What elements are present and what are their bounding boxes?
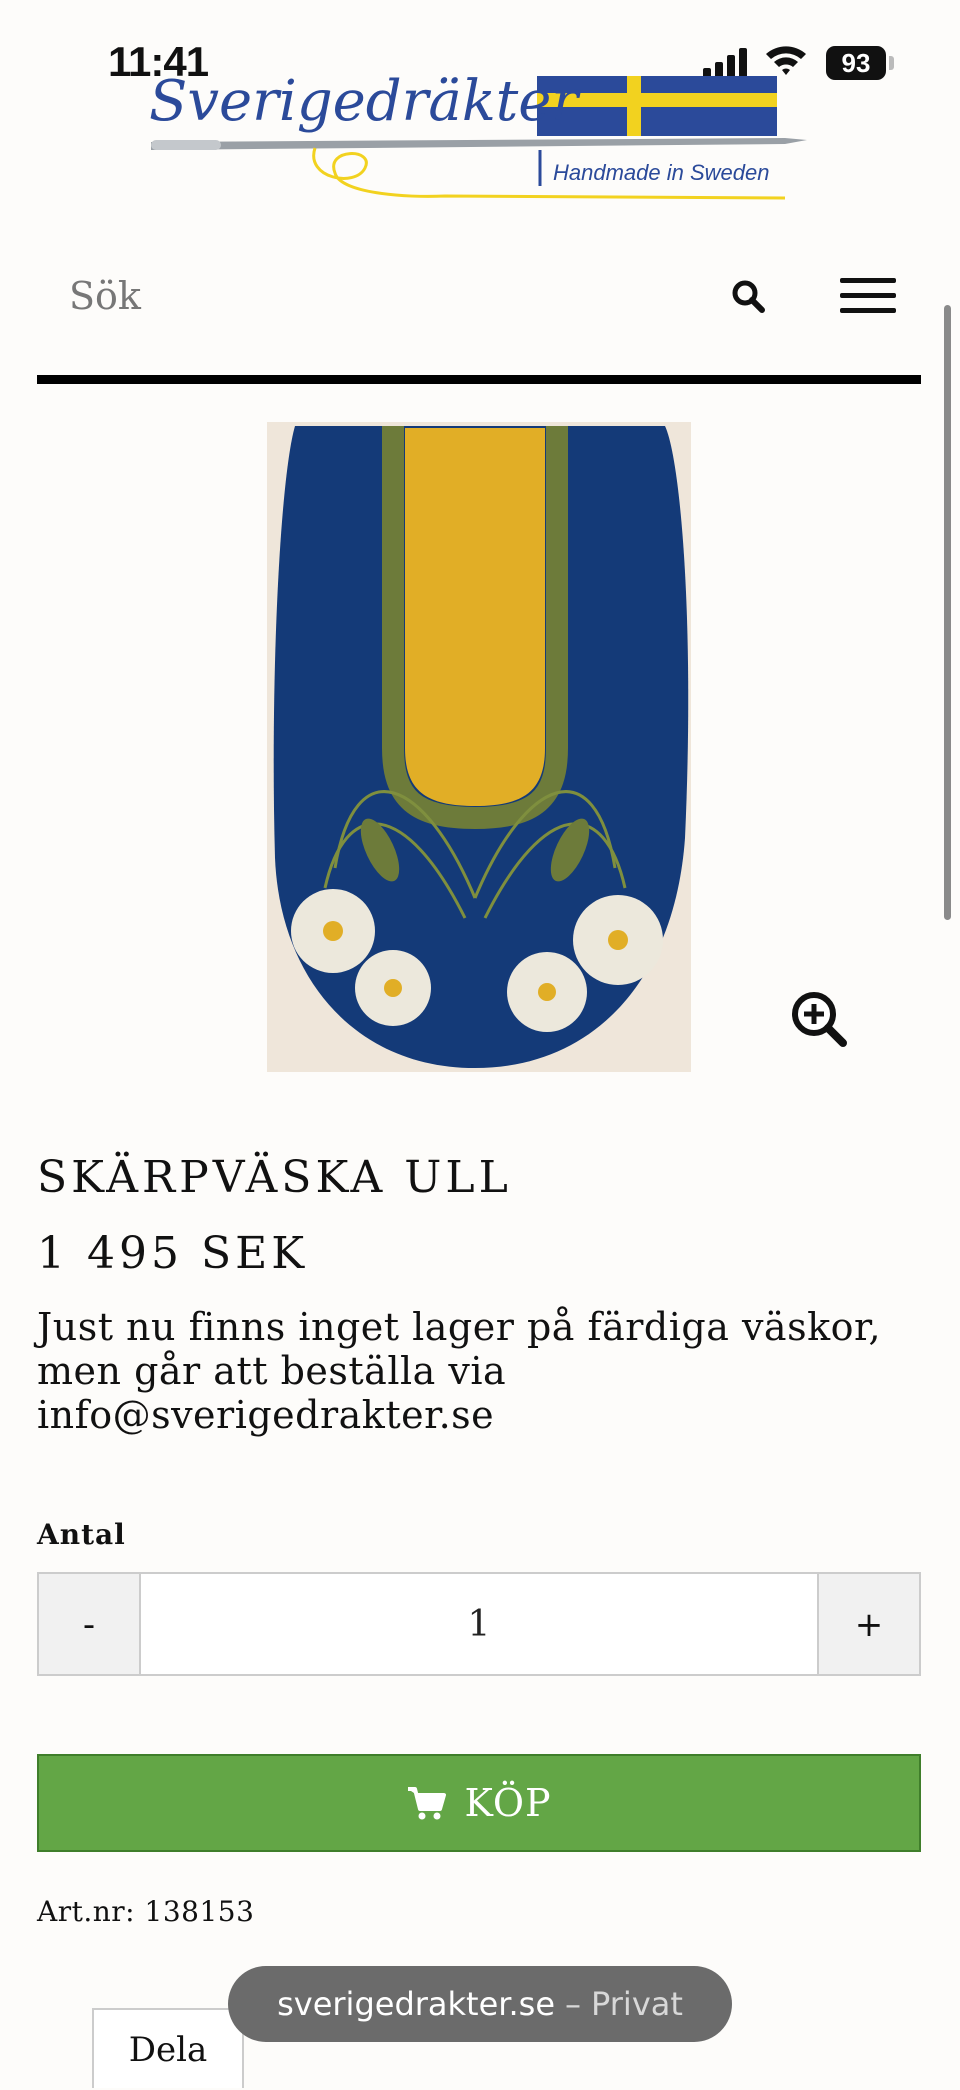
search-input[interactable] — [37, 248, 777, 344]
stock-note: Just nu finns inget lager på färdiga väs… — [37, 1305, 882, 1437]
search-icon[interactable] — [730, 278, 766, 314]
share-tab[interactable]: Dela — [92, 2008, 244, 2088]
product-image[interactable] — [75, 418, 875, 1076]
logo-brand-text: Sverigedräkter — [149, 69, 581, 134]
browser-url-pill[interactable]: sverigedrakter.se – Privat — [228, 1966, 732, 2042]
quantity-increase-button[interactable]: + — [817, 1574, 919, 1674]
logo-tagline-text: Handmade in Sweden — [553, 160, 769, 185]
product-title: SKÄRPVÄSKA ULL — [37, 1152, 512, 1203]
private-mode-label: Privat — [591, 1985, 683, 2023]
quantity-stepper: - + — [37, 1572, 921, 1676]
buy-button-label: KÖP — [464, 1781, 552, 1825]
search-bar — [37, 248, 921, 344]
cart-icon — [408, 1787, 447, 1820]
url-separator: – — [565, 1985, 582, 2023]
buy-button[interactable]: KÖP — [37, 1754, 921, 1852]
product-price: 1 495 SEK — [37, 1228, 309, 1279]
battery-icon: 93 — [826, 46, 886, 80]
page-scrollbar[interactable] — [944, 305, 951, 920]
zoom-in-icon[interactable] — [790, 990, 848, 1048]
url-domain: sverigedrakter.se — [277, 1985, 556, 2023]
article-number: Art.nr: 138153 — [37, 1895, 255, 1928]
quantity-input[interactable] — [143, 1574, 815, 1674]
quantity-decrease-button[interactable]: - — [39, 1574, 141, 1674]
hamburger-menu-icon[interactable] — [840, 278, 896, 314]
battery-tip — [889, 56, 894, 70]
quantity-label: Antal — [37, 1518, 126, 1551]
header-divider — [37, 375, 921, 384]
site-logo[interactable]: Sverigedräkter Handmade in Sweden — [145, 68, 815, 218]
